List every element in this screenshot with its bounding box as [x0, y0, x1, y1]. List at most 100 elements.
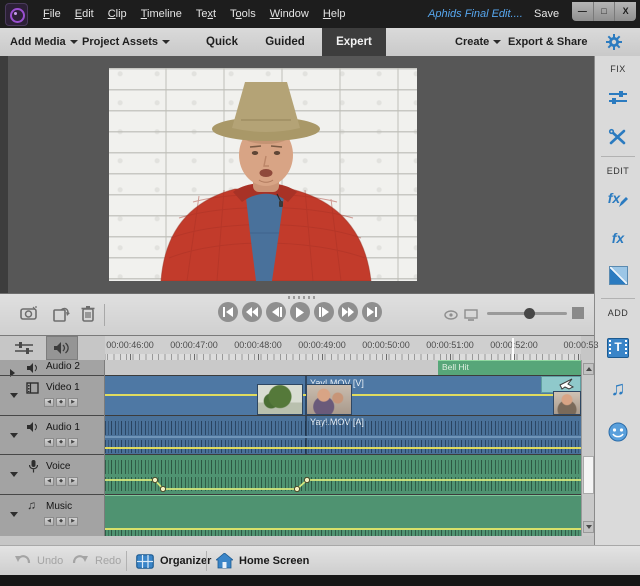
- premiere-elements-window: File Edit Clip Timeline Text Tools Windo…: [0, 0, 640, 586]
- track-header-voice: Voice ◀◆▶: [0, 454, 104, 494]
- keyframe-controls: ◀◆▶: [44, 438, 78, 447]
- freeze-frame-camera-icon[interactable]: [20, 306, 38, 325]
- collapse-track-icon[interactable]: [10, 385, 18, 403]
- collapse-track-icon[interactable]: [10, 504, 18, 522]
- keyframe-controls: ◀◆▶: [44, 477, 78, 486]
- audio-meter-icon[interactable]: [443, 308, 459, 326]
- next-keyframe-button[interactable]: ▶: [68, 398, 78, 407]
- prev-keyframe-button[interactable]: ◀: [44, 438, 54, 447]
- playhead[interactable]: [512, 338, 514, 360]
- home-screen-button[interactable]: Home Screen: [216, 546, 309, 576]
- music-note-icon[interactable]: ♫: [595, 378, 640, 401]
- prev-keyframe-button[interactable]: ◀: [44, 477, 54, 486]
- fx-icon[interactable]: fx: [595, 230, 640, 246]
- stop-square-icon[interactable]: [572, 307, 584, 319]
- organizer-icon: [136, 554, 154, 569]
- track-name: Audio 2: [46, 361, 80, 372]
- prev-keyframe-button[interactable]: ◀: [44, 517, 54, 526]
- music-glyph: ♫: [611, 378, 626, 401]
- timeline-settings-icon[interactable]: [14, 341, 34, 360]
- undo-icon: [14, 554, 31, 568]
- title-text-icon[interactable]: T: [595, 338, 640, 358]
- save-button[interactable]: Save: [530, 0, 563, 28]
- zoom-slider-knob[interactable]: [524, 308, 535, 319]
- tab-guided[interactable]: Guided: [256, 28, 314, 56]
- add-media-button[interactable]: Add Media: [10, 28, 78, 56]
- track-voice[interactable]: [105, 454, 581, 494]
- keyframe-controls: ◀◆▶: [44, 517, 78, 526]
- track-header-column: Audio 2 Video 1 ◀◆▶ Audio 1 ◀◆▶: [0, 360, 105, 536]
- track-name: Voice: [46, 461, 70, 472]
- redo-button[interactable]: Redo: [72, 546, 121, 576]
- frame-forward-button[interactable]: [314, 302, 334, 322]
- menu-file[interactable]: File: [36, 8, 68, 20]
- frame-back-button[interactable]: [266, 302, 286, 322]
- tab-expert[interactable]: Expert: [322, 28, 386, 56]
- create-button[interactable]: Create: [455, 28, 501, 56]
- divider: [126, 551, 127, 571]
- add-keyframe-button[interactable]: ◆: [56, 517, 66, 526]
- track-header-music: ♫ Music ◀◆▶: [0, 494, 104, 536]
- playback-bar: [0, 293, 594, 336]
- fast-forward-button[interactable]: [338, 302, 358, 322]
- audio-mix-button[interactable]: [46, 336, 78, 360]
- menu-help[interactable]: Help: [316, 8, 353, 20]
- tab-quick[interactable]: Quick: [198, 28, 246, 56]
- next-keyframe-button[interactable]: ▶: [68, 517, 78, 526]
- project-assets-button[interactable]: Project Assets: [82, 28, 170, 56]
- organizer-button[interactable]: Organizer: [136, 546, 211, 576]
- minimize-icon[interactable]: —: [572, 2, 594, 21]
- scrollbar-thumb[interactable]: [583, 456, 594, 494]
- voice-volume-keyframes[interactable]: [105, 455, 581, 494]
- monitor-icon[interactable]: [464, 308, 478, 326]
- add-keyframe-button[interactable]: ◆: [56, 438, 66, 447]
- menu-timeline[interactable]: Timeline: [134, 8, 189, 20]
- gear-icon[interactable]: [606, 34, 622, 55]
- menu-edit[interactable]: Edit: [68, 8, 101, 20]
- transition-icon[interactable]: [595, 266, 640, 285]
- scroll-up-icon[interactable]: [583, 363, 594, 375]
- fx-edit-icon[interactable]: fx: [595, 190, 640, 208]
- track-video1: Yay!.MOV [V]: [105, 375, 581, 415]
- menu-tools[interactable]: Tools: [223, 8, 263, 20]
- menu-clip[interactable]: Clip: [101, 8, 134, 20]
- add-keyframe-button[interactable]: ◆: [56, 398, 66, 407]
- collapse-track-icon[interactable]: [10, 464, 18, 482]
- microphone-icon: [29, 460, 38, 473]
- trash-icon[interactable]: [81, 305, 95, 327]
- prev-keyframe-button[interactable]: ◀: [44, 398, 54, 407]
- add-media-label: Add Media: [10, 36, 66, 48]
- close-icon[interactable]: X: [615, 2, 636, 21]
- timeline-vertical-scrollbar[interactable]: [581, 360, 594, 536]
- clip-bell-hit[interactable]: Bell Hit: [438, 360, 581, 375]
- timeline-panel: 00:00:46:00 00:00:47:00 00:00:48:00 00:0…: [0, 335, 594, 546]
- film-icon: [26, 382, 39, 394]
- play-button[interactable]: [290, 302, 310, 322]
- track-music[interactable]: [105, 494, 581, 536]
- panel-drag-handle[interactable]: [288, 296, 316, 299]
- collapse-track-icon[interactable]: [10, 425, 18, 443]
- rewind-button[interactable]: [242, 302, 262, 322]
- add-keyframe-button[interactable]: ◆: [56, 477, 66, 486]
- menu-window[interactable]: Window: [263, 8, 316, 20]
- mode-sidebar: FIX EDIT fx fx: [594, 56, 640, 545]
- rotate-icon[interactable]: [52, 306, 70, 327]
- next-keyframe-button[interactable]: ▶: [68, 438, 78, 447]
- go-to-previous-edit-button[interactable]: [218, 302, 238, 322]
- emoji-icon[interactable]: [595, 422, 640, 442]
- adjust-icon[interactable]: [595, 90, 640, 106]
- maximize-icon[interactable]: □: [594, 2, 616, 21]
- sidebar-section-fix: FIX: [595, 64, 640, 74]
- menu-text[interactable]: Text: [189, 8, 223, 20]
- scroll-down-icon[interactable]: [583, 521, 594, 533]
- export-share-button[interactable]: Export & Share: [508, 28, 587, 56]
- video-preview: [109, 68, 417, 281]
- next-keyframe-button[interactable]: ▶: [68, 477, 78, 486]
- music-note-icon: ♫: [27, 498, 36, 512]
- divider: [601, 298, 635, 299]
- sidebar-section-edit: EDIT: [595, 166, 640, 176]
- volume-line[interactable]: [105, 447, 581, 449]
- undo-button[interactable]: Undo: [14, 546, 63, 576]
- tools-icon[interactable]: [595, 128, 640, 146]
- go-to-next-edit-button[interactable]: [362, 302, 382, 322]
